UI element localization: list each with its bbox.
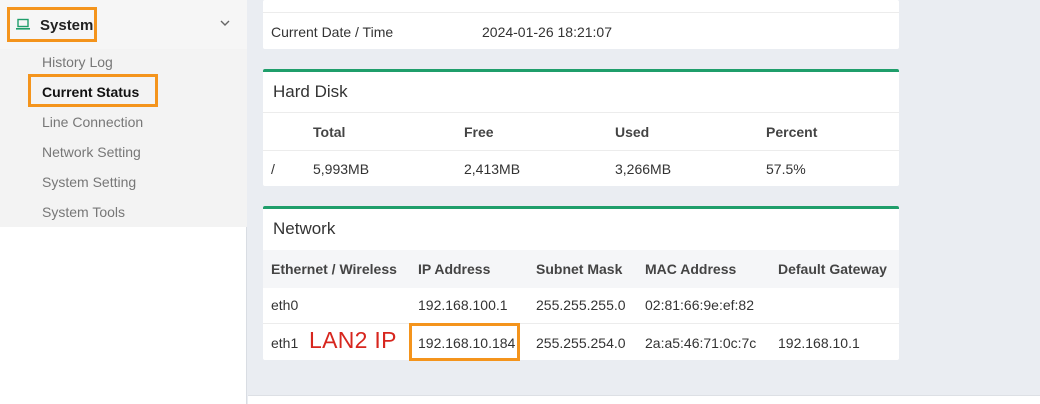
highlight-box-current-status	[28, 74, 158, 107]
disk-total: 5,993MB	[313, 161, 370, 177]
network-row-mac: 02:81:66:9e:ef:82	[645, 297, 754, 313]
column-header-subnet-mask: Subnet Mask	[536, 261, 623, 277]
divider	[263, 150, 899, 151]
divider	[263, 112, 899, 113]
network-row-iface: eth1	[271, 335, 299, 351]
column-header-used: Used	[615, 124, 650, 140]
hard-disk-card: Hard Disk Total Free Used Percent / 5,99…	[263, 69, 899, 186]
disk-used: 3,266MB	[615, 161, 672, 177]
network-title: Network	[273, 219, 336, 238]
column-header-ip-address: IP Address	[418, 261, 491, 277]
column-header-default-gateway: Default Gateway	[778, 261, 887, 277]
column-header-total: Total	[313, 124, 346, 140]
footer-bar	[248, 395, 1040, 404]
datetime-label: Current Date / Time	[271, 24, 394, 40]
column-header-mac-address: MAC Address	[645, 261, 737, 277]
divider	[263, 323, 899, 324]
disk-free: 2,413MB	[464, 161, 521, 177]
sidebar-item-system-setting[interactable]: System Setting	[42, 174, 136, 190]
sidebar-item-system-tools[interactable]: System Tools	[42, 204, 125, 220]
network-row-iface: eth0	[271, 297, 299, 313]
divider	[263, 12, 899, 13]
network-row-ip: 192.168.100.1	[418, 297, 508, 313]
sidebar-item-history-log[interactable]: History Log	[42, 54, 113, 70]
disk-mount: /	[271, 161, 275, 177]
column-header-free: Free	[464, 124, 494, 140]
network-row-gateway: 192.168.10.1	[778, 335, 860, 351]
datetime-card: Current Date / Time 2024-01-26 18:21:07	[263, 0, 899, 49]
column-header-percent: Percent	[766, 124, 818, 140]
network-row-mac: 2a:a5:46:71:0c:7c	[645, 335, 757, 351]
column-header-ethernet: Ethernet / Wireless	[271, 261, 397, 277]
disk-percent: 57.5%	[766, 161, 806, 177]
highlight-box-system	[7, 7, 97, 42]
annotation-lan2-ip: LAN2 IP	[309, 327, 397, 353]
network-row-mask: 255.255.255.0	[536, 297, 626, 313]
highlight-box-ip	[409, 323, 520, 361]
sidebar: System History Log Current Status Line C…	[0, 0, 247, 404]
hard-disk-title: Hard Disk	[273, 82, 348, 101]
datetime-value: 2024-01-26 18:21:07	[482, 24, 612, 40]
sidebar-item-line-connection[interactable]: Line Connection	[42, 114, 143, 130]
network-row-mask: 255.255.254.0	[536, 335, 626, 351]
sidebar-item-network-setting[interactable]: Network Setting	[42, 144, 141, 160]
chevron-down-icon[interactable]	[219, 17, 231, 29]
